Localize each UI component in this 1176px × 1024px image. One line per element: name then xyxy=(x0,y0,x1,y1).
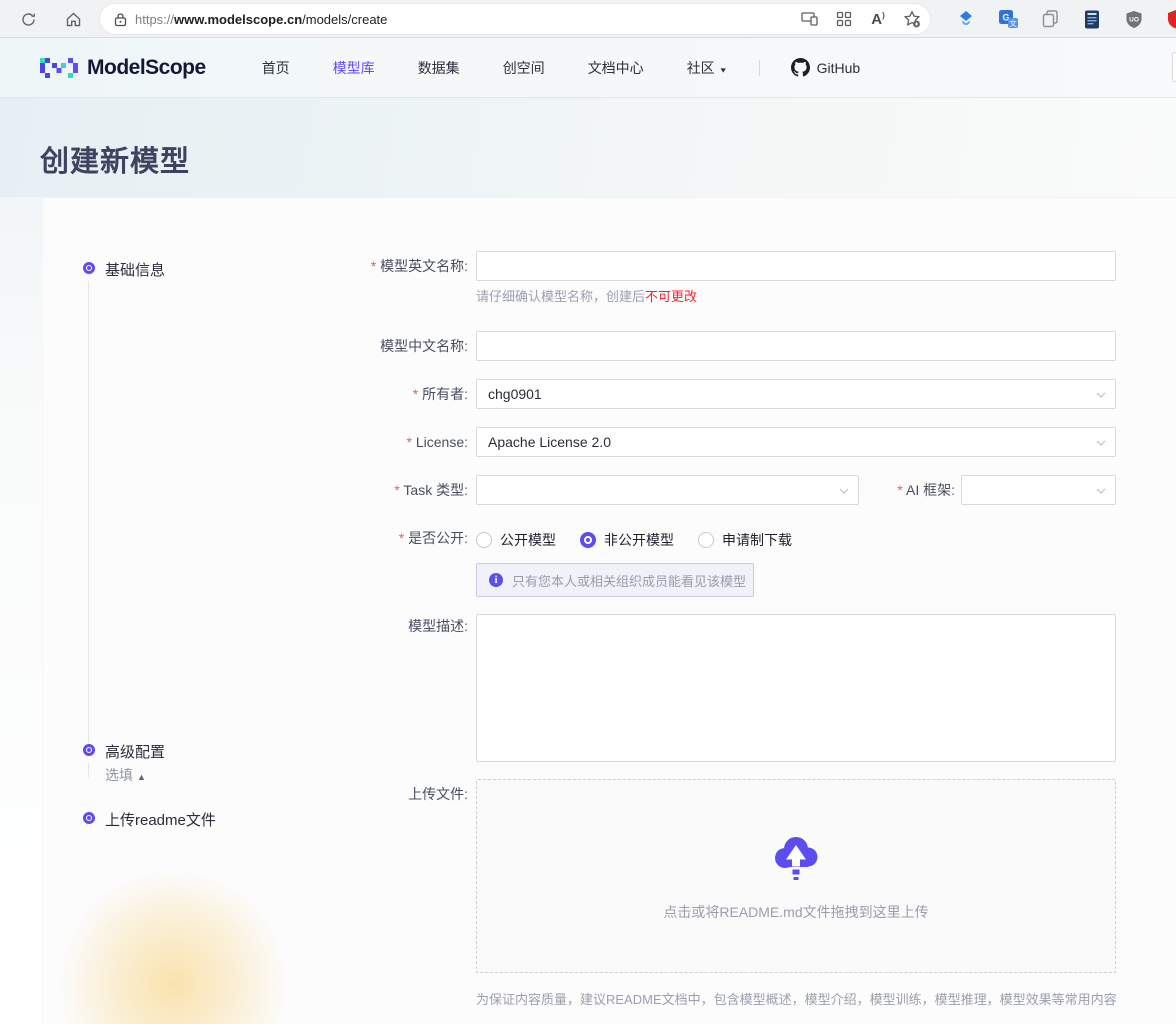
step-connector-line xyxy=(88,281,89,743)
reload-button[interactable] xyxy=(16,7,40,31)
visibility-radio-group: 公开模型 非公开模型 申请制下载 xyxy=(476,530,816,550)
readme-quality-tip: 为保证内容质量，建议README文档中，包含模型概述，模型介绍，模型训练，模型推… xyxy=(476,989,1117,1008)
split-screen-icon[interactable] xyxy=(834,9,854,29)
model-name-zh-input[interactable] xyxy=(476,331,1116,361)
address-bar[interactable]: https://www.modelscope.cn/models/create … xyxy=(100,4,930,34)
home-button[interactable] xyxy=(61,7,85,31)
radio-public-model[interactable] xyxy=(476,532,492,548)
browser-toolbar: https://www.modelscope.cn/models/create … xyxy=(0,0,1176,38)
lock-icon xyxy=(114,12,127,27)
model-description-textarea[interactable] xyxy=(476,614,1116,762)
modelscope-logo[interactable]: ModelScope xyxy=(40,55,206,81)
label-description: 模型描述: xyxy=(408,611,468,641)
triangle-up-icon: ▲ xyxy=(137,772,146,782)
modelscope-logo-text: ModelScope xyxy=(87,56,206,80)
github-label: GitHub xyxy=(817,60,861,76)
radio-label-apply[interactable]: 申请制下载 xyxy=(722,530,792,550)
chevron-down-icon xyxy=(1096,440,1106,446)
nav-item-home[interactable]: 首页 xyxy=(262,58,290,78)
reader-extension-icon[interactable] xyxy=(1082,9,1102,29)
page-title: 创建新模型 xyxy=(40,138,190,180)
upload-instruction: 点击或将README.md文件拖拽到这里上传 xyxy=(477,902,1115,922)
send-to-devices-icon[interactable] xyxy=(800,9,820,29)
model-name-hint: 请仔细确认模型名称，创建后不可更改 xyxy=(476,286,697,305)
github-link[interactable]: GitHub xyxy=(791,58,861,77)
read-aloud-icon[interactable]: A) xyxy=(868,9,888,29)
create-model-panel: 基础信息 高级配置 选填▲ 上传readme文件 模型英文名称: 请仔细确认模型… xyxy=(42,197,1176,1024)
visibility-note-text: 只有您本人或相关组织成员能看见该模型 xyxy=(512,571,746,590)
shield-extension-icon[interactable]: UO xyxy=(1124,9,1144,29)
step-advanced-optional-toggle[interactable]: 选填▲ xyxy=(105,765,146,785)
chevron-down-icon xyxy=(1096,488,1106,494)
url-text: https://www.modelscope.cn/models/create xyxy=(135,12,387,27)
ai-framework-select[interactable] xyxy=(961,475,1116,505)
readme-upload-dropzone[interactable]: 点击或将README.md文件拖拽到这里上传 xyxy=(476,779,1116,973)
info-icon: i xyxy=(489,573,503,587)
task-type-select[interactable] xyxy=(476,475,859,505)
step-upload-readme[interactable]: 上传readme文件 xyxy=(105,809,216,830)
radio-label-private[interactable]: 非公开模型 xyxy=(604,530,674,550)
chevron-down-icon xyxy=(1096,392,1106,398)
cloud-upload-icon xyxy=(770,832,822,882)
step-advanced-config[interactable]: 高级配置 xyxy=(105,741,165,762)
nav-edge-partial-control[interactable] xyxy=(1172,52,1176,82)
label-task-type: Task 类型: xyxy=(394,475,468,505)
label-model-name-en: 模型英文名称: xyxy=(371,251,468,281)
label-owner: 所有者: xyxy=(413,379,468,409)
step-connector-line-2 xyxy=(88,763,89,777)
nav-item-models[interactable]: 模型库 xyxy=(333,58,375,78)
favorite-star-icon[interactable] xyxy=(902,9,922,29)
label-ai-framework: AI 框架: xyxy=(897,475,955,505)
modelscope-logo-icon xyxy=(40,55,78,81)
extension-icons: G文 UO xyxy=(956,0,1176,38)
chevron-down-icon xyxy=(839,488,849,494)
step-dot-advanced xyxy=(83,744,95,756)
step-dot-basic-info xyxy=(83,262,95,274)
nav-item-datasets[interactable]: 数据集 xyxy=(418,58,460,78)
radio-label-public[interactable]: 公开模型 xyxy=(500,530,556,550)
nav-item-studios[interactable]: 创空间 xyxy=(503,58,545,78)
site-header: ModelScope 首页 模型库 数据集 创空间 文档中心 社区▼ GitHu… xyxy=(0,38,1176,98)
translate-extension-icon[interactable]: G文 xyxy=(998,9,1018,29)
license-select[interactable]: Apache License 2.0 xyxy=(476,427,1116,457)
svg-text:文: 文 xyxy=(1009,17,1017,27)
radio-apply-download[interactable] xyxy=(698,532,714,548)
label-model-name-zh: 模型中文名称: xyxy=(380,331,468,361)
label-upload: 上传文件: xyxy=(408,779,468,809)
step-basic-info[interactable]: 基础信息 xyxy=(105,259,165,280)
github-icon xyxy=(791,58,810,77)
copy-pages-extension-icon[interactable] xyxy=(1040,9,1060,29)
decorative-glow xyxy=(53,864,293,1024)
extension-blue-icon[interactable] xyxy=(956,9,976,29)
label-license: License: xyxy=(407,427,469,457)
owner-select[interactable]: chg0901 xyxy=(476,379,1116,409)
radio-private-model[interactable] xyxy=(580,532,596,548)
red-extension-icon[interactable] xyxy=(1166,9,1176,29)
nav-item-docs[interactable]: 文档中心 xyxy=(588,58,644,78)
main-nav: 首页 模型库 数据集 创空间 文档中心 社区▼ GitHub xyxy=(262,58,861,78)
visibility-note: i 只有您本人或相关组织成员能看见该模型 xyxy=(476,563,754,597)
nav-divider xyxy=(759,60,760,76)
chevron-down-icon: ▼ xyxy=(719,66,728,74)
step-dot-readme xyxy=(83,812,95,824)
svg-text:UO: UO xyxy=(1129,16,1139,23)
left-margin-strip xyxy=(0,197,42,1024)
nav-item-community[interactable]: 社区▼ xyxy=(687,58,728,78)
model-name-en-input[interactable] xyxy=(476,251,1116,281)
label-visibility: 是否公开: xyxy=(399,523,468,553)
